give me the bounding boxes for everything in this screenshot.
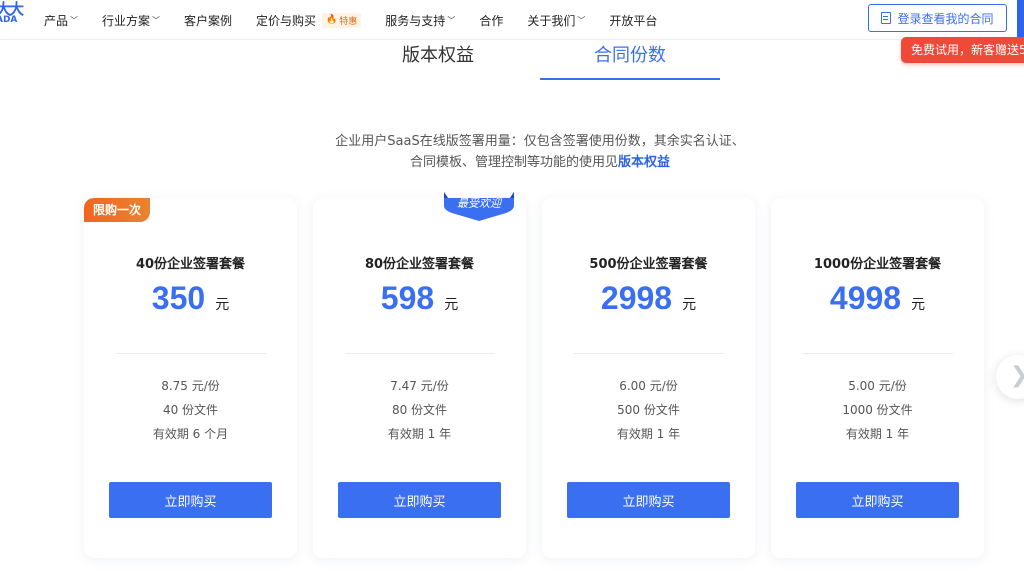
- nav-item-pricing[interactable]: 定价与购买 🔥 特惠: [256, 12, 362, 29]
- divider: [345, 353, 495, 354]
- validity-period: 有效期 1 年: [387, 427, 452, 441]
- nav-label: 行业方案: [102, 13, 151, 28]
- per-unit-price: 8.75 元/份: [161, 379, 220, 393]
- buy-now-button[interactable]: 立即购买: [796, 482, 959, 518]
- document-count: 80 份文件: [391, 403, 448, 417]
- divider: [574, 353, 724, 354]
- usage-description-line1: 企业用户SaaS在线版签署用量：仅包含签署使用份数，其余实名认证、: [335, 134, 745, 149]
- description-text: 合同模板、管理控制等功能的使用见: [409, 155, 618, 170]
- plan-card-500: 500份企业签署套餐 2998 元 6.00 元/份 500 份文件 有效期 1…: [542, 198, 755, 558]
- validity-period: 有效期 6 个月: [152, 427, 229, 441]
- per-unit-price: 5.00 元/份: [848, 379, 907, 393]
- price-row: 4998 元: [771, 280, 984, 317]
- nav-item-industry[interactable]: 行业方案 ﹀: [102, 12, 160, 29]
- nav-label: 关于我们: [527, 13, 576, 28]
- chevron-right-icon: ❯: [1010, 363, 1024, 388]
- price-row: 350 元: [84, 280, 297, 317]
- header-edge-button[interactable]: [1017, 0, 1024, 40]
- login-button-label: 登录查看我的合同: [897, 11, 994, 26]
- plan-card-80: 最受欢迎 80份企业签署套餐 598 元 7.47 元/份 80 份文件 有效期…: [313, 192, 526, 558]
- chevron-down-icon: ﹀: [577, 15, 586, 25]
- nav-item-cases[interactable]: 客户案例: [184, 12, 232, 29]
- price-unit: 元: [444, 297, 459, 313]
- document-count: 40 份文件: [162, 403, 219, 417]
- document-icon: [881, 12, 892, 24]
- plan-price: 350: [151, 280, 206, 316]
- version-rights-link[interactable]: 版本权益: [618, 155, 670, 170]
- nav-item-support[interactable]: 服务与支持 ﹀: [385, 12, 455, 29]
- document-count: 1000 份文件: [842, 403, 913, 417]
- chevron-down-icon: ﹀: [152, 15, 161, 25]
- nav-item-about[interactable]: 关于我们 ﹀: [527, 12, 585, 29]
- divider: [803, 353, 953, 354]
- main-nav: 产品 ﹀ 行业方案 ﹀ 客户案例 定价与购买 🔥 特惠 服务与支持 ﹀ 合作 关于我们 ﹀…: [44, 0, 657, 40]
- price-unit: 元: [215, 297, 230, 313]
- special-offer-tag: 🔥 特惠: [322, 12, 362, 28]
- nav-label: 客户案例: [184, 13, 233, 28]
- badge-label: 最受欢迎: [457, 197, 501, 210]
- usage-description-line2: 合同模板、管理控制等功能的使用见版本权益: [260, 151, 820, 170]
- validity-period: 有效期 1 年: [845, 427, 910, 441]
- trial-banner-label: 免费试用，新客赠送5: [911, 43, 1024, 57]
- logo-mark: 大大: [0, 0, 24, 18]
- free-trial-banner[interactable]: 免费试用，新客赠送5: [901, 37, 1024, 63]
- plan-price: 598: [380, 280, 435, 316]
- plan-card-1000: 1000份企业签署套餐 4998 元 5.00 元/份 1000 份文件 有效期…: [771, 198, 984, 558]
- price-unit: 元: [682, 297, 697, 313]
- plan-title: 500份企业签署套餐: [589, 257, 708, 272]
- nav-item-partner[interactable]: 合作: [479, 12, 503, 29]
- plan-price: 4998: [829, 280, 902, 316]
- validity-period: 有效期 1 年: [616, 427, 681, 441]
- divider: [116, 353, 266, 354]
- price-row: 2998 元: [542, 280, 755, 317]
- nav-label: 开放平台: [609, 13, 658, 28]
- carousel-next-button[interactable]: ❯: [996, 355, 1024, 399]
- buy-now-button[interactable]: 立即购买: [109, 482, 272, 518]
- buy-now-button[interactable]: 立即购买: [567, 482, 730, 518]
- buy-now-button[interactable]: 立即购买: [338, 482, 501, 518]
- per-unit-price: 7.47 元/份: [390, 379, 449, 393]
- nav-label: 合作: [479, 13, 504, 28]
- nav-item-products[interactable]: 产品 ﹀: [44, 12, 78, 29]
- nav-label: 产品: [44, 13, 69, 28]
- limit-once-ribbon: 限购一次: [84, 198, 150, 222]
- tab-label: 版本权益: [402, 45, 474, 66]
- tab-label: 合同份数: [594, 45, 666, 66]
- document-count: 500 份文件: [617, 403, 680, 417]
- top-navbar: 大大 ADA 产品﹀ 行业方案﹀ 客户案例 定价与购买 🔥特惠 服务与支持﹀ 合…: [0, 0, 1024, 40]
- chevron-down-icon: ﹀: [447, 15, 456, 25]
- per-unit-price: 6.00 元/份: [619, 379, 678, 393]
- price-unit: 元: [911, 297, 926, 313]
- plan-price: 2998: [600, 280, 673, 316]
- price-row: 598 元: [313, 280, 526, 317]
- nav-label: 定价与购买: [256, 13, 317, 28]
- nav-label: 服务与支持: [385, 13, 446, 28]
- tab-version-rights[interactable]: 版本权益: [350, 42, 526, 80]
- chevron-down-icon: ﹀: [70, 15, 79, 25]
- plan-title: 80份企业签署套餐: [364, 257, 475, 272]
- nav-item-open-platform[interactable]: 开放平台: [609, 12, 657, 29]
- plan-title: 1000份企业签署套餐: [813, 257, 942, 272]
- most-popular-badge: 最受欢迎: [444, 192, 514, 222]
- plan-title: 40份企业签署套餐: [135, 257, 246, 272]
- tag-label: 特惠: [339, 16, 358, 27]
- plan-card-40: 限购一次 40份企业签署套餐 350 元 8.75 元/份 40 份文件 有效期…: [84, 198, 297, 558]
- login-view-contracts-button[interactable]: 登录查看我的合同: [868, 4, 1007, 32]
- brand-logo[interactable]: 大大 ADA: [0, 0, 24, 26]
- tab-contract-quantity[interactable]: 合同份数: [540, 42, 720, 80]
- fire-icon: 🔥: [326, 15, 338, 25]
